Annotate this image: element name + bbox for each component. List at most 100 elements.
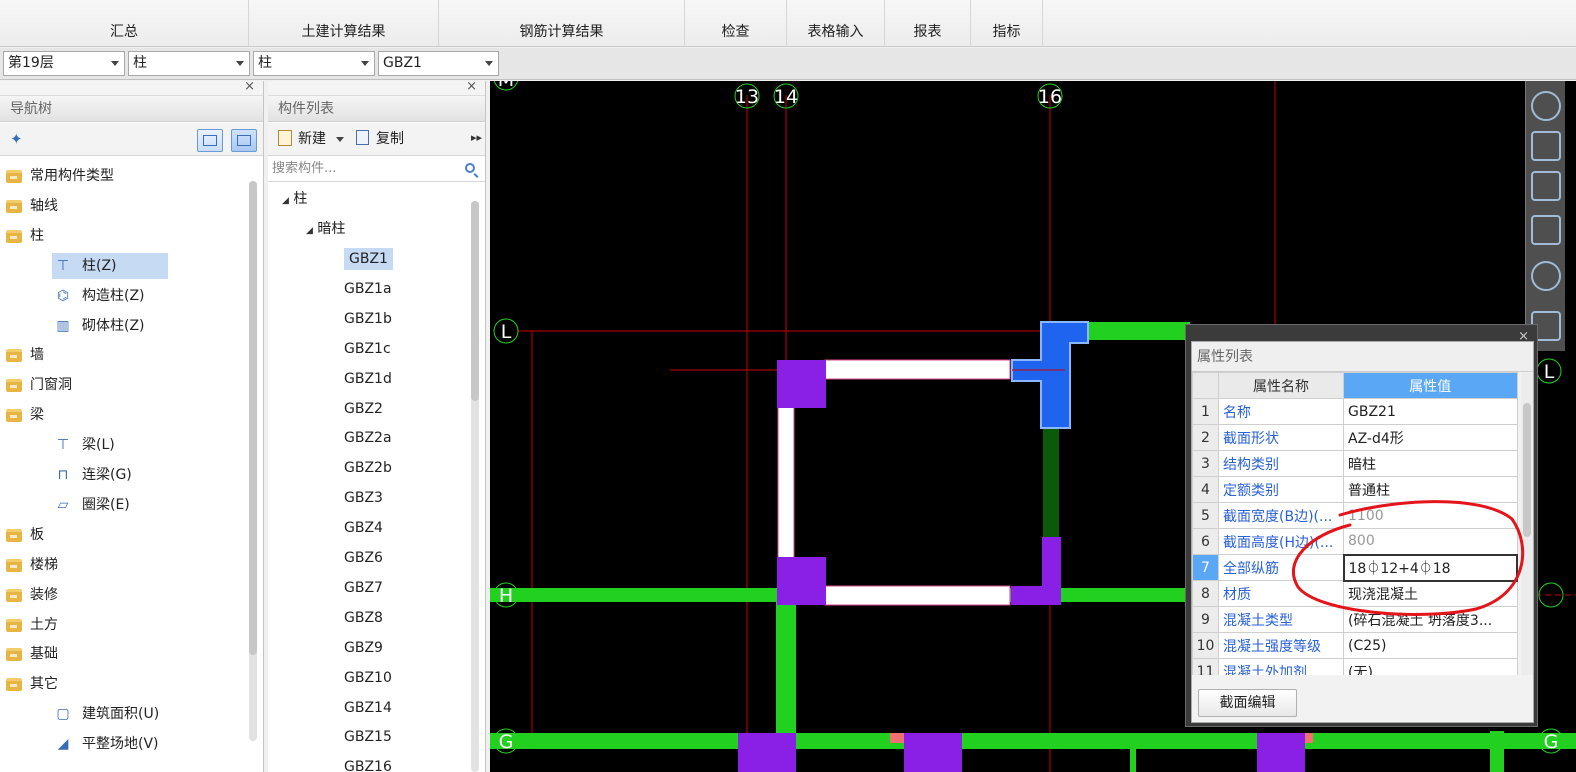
nav-item[interactable]: ⌬ 构造柱(Z) xyxy=(52,283,168,309)
nav-item[interactable]: ◢ 平整场地(V) xyxy=(52,731,168,757)
component-item-label: GBZ6 xyxy=(344,550,383,566)
component-item[interactable]: GBZ1a xyxy=(344,275,392,303)
component-item[interactable]: GBZ7 xyxy=(344,574,383,602)
component-list-scrollbar[interactable] xyxy=(471,201,479,772)
nav-item[interactable]: 土方 xyxy=(4,612,244,638)
axis-label-M: M xyxy=(493,81,519,91)
property-row-number: 2 xyxy=(1192,424,1219,451)
nav-item-label: 平整场地(V) xyxy=(82,736,159,753)
component-item[interactable]: GBZ3 xyxy=(344,484,383,512)
svg-text:13: 13 xyxy=(735,86,759,108)
tab-table-input[interactable]: 表格输入 xyxy=(787,0,885,46)
component-item[interactable]: GBZ1c xyxy=(344,335,391,363)
floor-select[interactable]: 第19层 xyxy=(3,51,125,76)
component-item[interactable]: GBZ2a xyxy=(344,424,392,452)
copy-button[interactable]: 复制 xyxy=(376,130,404,148)
component-item[interactable]: GBZ2 xyxy=(344,395,383,423)
folder-icon xyxy=(6,199,22,213)
property-row[interactable]: 10 混凝土强度等级 (C25) xyxy=(1192,632,1518,659)
component-item[interactable]: GBZ10 xyxy=(344,664,392,692)
component-item[interactable]: GBZ16 xyxy=(344,753,392,772)
card-view-button[interactable] xyxy=(231,129,257,152)
nav-item[interactable]: 墙 xyxy=(4,342,244,368)
property-value[interactable]: GBZ21 xyxy=(1343,398,1518,425)
nav-item[interactable]: ⊤ 梁(L) xyxy=(52,432,168,458)
component-item[interactable]: GBZ2b xyxy=(344,454,392,482)
component-list-scroll-thumb[interactable] xyxy=(471,201,479,401)
component-item-label: GBZ3 xyxy=(344,490,383,507)
tree-node-hidden-column[interactable]: ◢ 暗柱 xyxy=(306,215,345,243)
3d-view-icon[interactable] xyxy=(1531,131,1561,161)
property-value[interactable]: 暗柱 xyxy=(1343,450,1518,477)
folder-open-icon xyxy=(6,229,22,243)
tab-civil-results[interactable]: 土建计算结果 xyxy=(249,0,439,46)
component-item[interactable]: GBZ1 xyxy=(344,245,393,273)
nav-item-label: 梁(L) xyxy=(82,437,115,454)
chevron-down-icon[interactable] xyxy=(336,137,344,142)
section-edit-button[interactable]: 截面编辑 xyxy=(1198,689,1297,717)
property-row-number: 10 xyxy=(1192,632,1219,659)
close-icon[interactable]: × xyxy=(466,81,477,94)
nav-item[interactable]: ▢ 建筑面积(U) xyxy=(52,701,168,727)
nav-item-label: 砌体柱(Z) xyxy=(82,317,145,334)
tab-rebar-results[interactable]: 钢筋计算结果 xyxy=(439,0,685,46)
component-item[interactable]: GBZ14 xyxy=(344,694,392,722)
subtype-select[interactable]: 柱 xyxy=(253,51,375,76)
tab-summary[interactable]: 汇总 xyxy=(0,0,249,46)
nav-item-label: 板 xyxy=(30,526,44,543)
property-row[interactable]: 1 名称 GBZ21 xyxy=(1192,398,1518,425)
nav-item[interactable]: 轴线 xyxy=(4,193,244,219)
component-item[interactable]: GBZ15 xyxy=(344,723,392,751)
tree-node-column[interactable]: ◢ 柱 xyxy=(282,185,307,213)
property-value[interactable]: (C25) xyxy=(1343,632,1518,659)
property-name: 名称 xyxy=(1218,398,1344,425)
nav-item[interactable]: 门窗洞 xyxy=(4,372,244,398)
property-row[interactable]: 3 结构类别 暗柱 xyxy=(1192,450,1518,477)
nav-item[interactable]: 柱 xyxy=(4,223,244,249)
box-view-icon[interactable] xyxy=(1531,171,1561,201)
component-item[interactable]: GBZ8 xyxy=(344,604,383,632)
list-view-button[interactable] xyxy=(197,129,223,152)
cube-icon[interactable] xyxy=(1531,215,1561,245)
nav-item[interactable]: 其它 xyxy=(4,671,244,697)
type-select[interactable]: 柱 xyxy=(128,51,250,76)
nav-tree-scroll-thumb[interactable] xyxy=(249,181,257,655)
nav-item[interactable]: 楼梯 xyxy=(4,552,244,578)
component-item[interactable]: GBZ4 xyxy=(344,514,383,542)
copy-icon xyxy=(356,130,369,145)
tab-check[interactable]: 检查 xyxy=(685,0,787,46)
overflow-arrow-icon[interactable]: ▸▸ xyxy=(471,131,482,144)
close-icon[interactable]: × xyxy=(244,81,255,94)
tab-indicator[interactable]: 指标 xyxy=(971,0,1043,46)
card-icon xyxy=(237,135,251,146)
nav-item[interactable]: ⊤ 柱(Z) xyxy=(52,252,168,279)
component-select[interactable]: GBZ1 xyxy=(378,51,499,76)
component-item[interactable]: GBZ9 xyxy=(344,634,383,662)
nav-item[interactable]: 梁 xyxy=(4,402,244,428)
component-item[interactable]: GBZ1d xyxy=(344,365,392,393)
tab-report[interactable]: 报表 xyxy=(885,0,971,46)
axis-label-16: 16 xyxy=(1037,83,1063,109)
search-icon[interactable] xyxy=(465,163,475,173)
nav-item[interactable]: ⊓ 连梁(G) xyxy=(52,462,168,488)
property-value[interactable]: AZ-d4形 xyxy=(1343,424,1518,451)
ring-beam-icon: ▱ xyxy=(57,496,69,513)
property-name-header: 属性名称 xyxy=(1218,372,1344,399)
nav-tree-title: 导航树 xyxy=(0,95,263,122)
new-button[interactable]: 新建 xyxy=(298,130,326,148)
sparkle-icon[interactable]: ✦ xyxy=(10,130,23,148)
nav-item[interactable]: 常用构件类型 xyxy=(4,163,244,189)
nav-tree-scrollbar[interactable] xyxy=(249,181,257,741)
orbit-icon[interactable] xyxy=(1531,91,1561,121)
nav-item[interactable]: ▱ 圈梁(E) xyxy=(52,492,168,518)
nav-item[interactable]: 装修 xyxy=(4,582,244,608)
rotate-icon[interactable] xyxy=(1531,261,1561,291)
property-row[interactable]: 2 截面形状 AZ-d4形 xyxy=(1192,424,1518,451)
nav-item[interactable]: ▥ 砌体柱(Z) xyxy=(52,313,168,339)
selected-column[interactable] xyxy=(1011,321,1089,429)
nav-item[interactable]: 基础 xyxy=(4,641,244,667)
nav-item[interactable]: 板 xyxy=(4,522,244,548)
component-item[interactable]: GBZ1b xyxy=(344,305,392,333)
component-item[interactable]: GBZ6 xyxy=(344,544,383,572)
component-search[interactable]: 搜索构件... xyxy=(268,157,485,182)
